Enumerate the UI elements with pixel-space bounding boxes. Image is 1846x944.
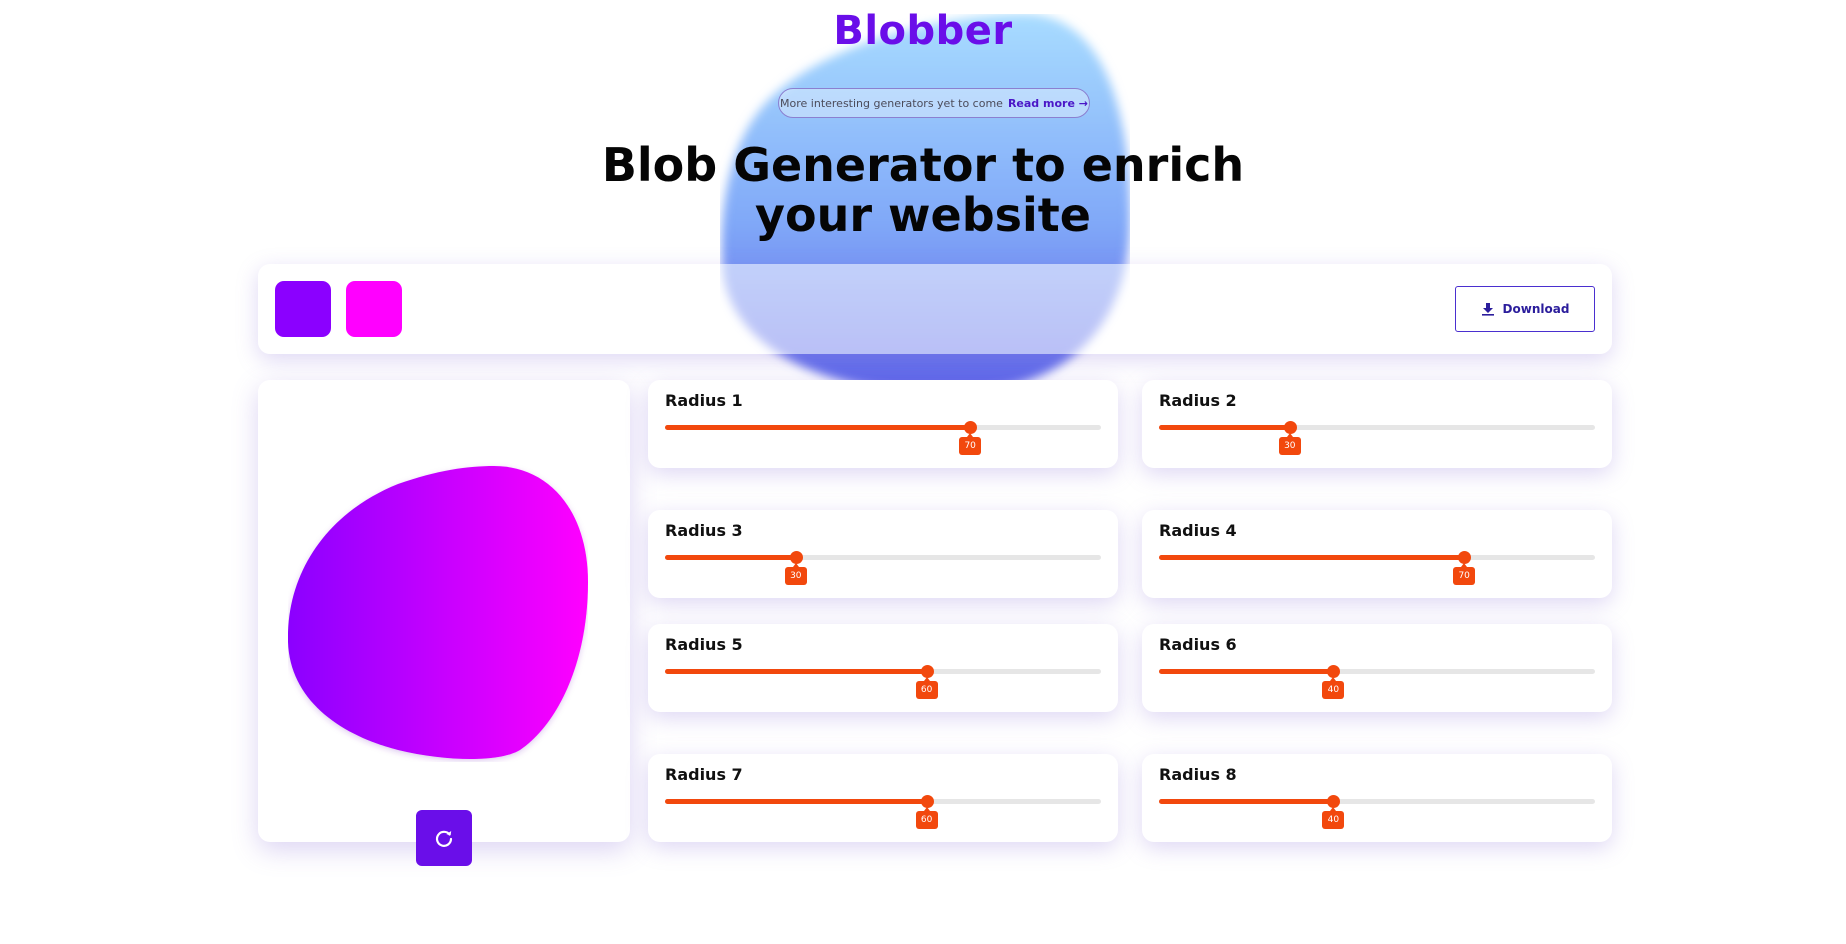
slider-value-badge: 60 bbox=[915, 677, 938, 699]
page-title-line-2: your website bbox=[755, 188, 1091, 242]
announcement-pill: More interesting generators yet to come … bbox=[778, 88, 1090, 118]
radius-slider[interactable]: 60 bbox=[665, 795, 1101, 829]
slider-value-badge: 70 bbox=[1453, 563, 1476, 585]
brand-logo[interactable]: Blobber bbox=[0, 8, 1846, 54]
slider-label: Radius 3 bbox=[665, 521, 743, 540]
page-title: Blob Generator to enrich your website bbox=[0, 140, 1846, 240]
radius-slider-card: Radius 3 30 bbox=[648, 510, 1118, 598]
page-title-line-1: Blob Generator to enrich bbox=[601, 138, 1245, 192]
slider-value-badge: 60 bbox=[915, 807, 938, 829]
radius-slider[interactable]: 60 bbox=[665, 665, 1101, 699]
announcement-text: More interesting generators yet to come bbox=[780, 96, 1003, 110]
color-swatch-end[interactable] bbox=[346, 281, 402, 337]
slider-value-badge: 30 bbox=[784, 563, 807, 585]
slider-fill bbox=[665, 425, 971, 430]
slider-label: Radius 8 bbox=[1159, 765, 1237, 784]
download-icon bbox=[1481, 303, 1494, 316]
radius-slider-card: Radius 1 70 bbox=[648, 380, 1118, 468]
radius-slider-card: Radius 4 70 bbox=[1142, 510, 1612, 598]
slider-fill bbox=[1159, 799, 1334, 804]
slider-value-badge: 40 bbox=[1322, 807, 1345, 829]
radius-slider[interactable]: 40 bbox=[1159, 795, 1595, 829]
slider-label: Radius 2 bbox=[1159, 391, 1237, 410]
slider-fill bbox=[1159, 425, 1290, 430]
blob-preview bbox=[288, 466, 588, 759]
toolbar: Download bbox=[258, 264, 1612, 354]
refresh-button[interactable] bbox=[416, 810, 472, 866]
read-more-link[interactable]: Read more → bbox=[1008, 97, 1088, 110]
download-label: Download bbox=[1502, 302, 1570, 316]
slider-label: Radius 7 bbox=[665, 765, 743, 784]
slider-value-badge: 30 bbox=[1278, 433, 1301, 455]
radius-slider[interactable]: 40 bbox=[1159, 665, 1595, 699]
radius-slider[interactable]: 70 bbox=[665, 421, 1101, 455]
slider-fill bbox=[665, 799, 927, 804]
slider-label: Radius 4 bbox=[1159, 521, 1237, 540]
slider-label: Radius 6 bbox=[1159, 635, 1237, 654]
slider-fill bbox=[1159, 669, 1334, 674]
slider-label: Radius 1 bbox=[665, 391, 743, 410]
radius-slider-card: Radius 2 30 bbox=[1142, 380, 1612, 468]
slider-fill bbox=[665, 555, 796, 560]
slider-fill bbox=[1159, 555, 1465, 560]
slider-fill bbox=[665, 669, 927, 674]
slider-value-badge: 70 bbox=[959, 433, 982, 455]
radius-slider[interactable]: 30 bbox=[665, 551, 1101, 585]
download-button[interactable]: Download bbox=[1455, 286, 1595, 332]
radius-slider-card: Radius 7 60 bbox=[648, 754, 1118, 842]
slider-value-badge: 40 bbox=[1322, 677, 1345, 699]
radius-slider[interactable]: 30 bbox=[1159, 421, 1595, 455]
radius-slider[interactable]: 70 bbox=[1159, 551, 1595, 585]
blob-preview-panel bbox=[258, 380, 630, 842]
refresh-icon bbox=[435, 830, 453, 847]
slider-label: Radius 5 bbox=[665, 635, 743, 654]
radius-slider-card: Radius 6 40 bbox=[1142, 624, 1612, 712]
color-swatch-start[interactable] bbox=[275, 281, 331, 337]
radius-slider-card: Radius 5 60 bbox=[648, 624, 1118, 712]
radius-slider-card: Radius 8 40 bbox=[1142, 754, 1612, 842]
